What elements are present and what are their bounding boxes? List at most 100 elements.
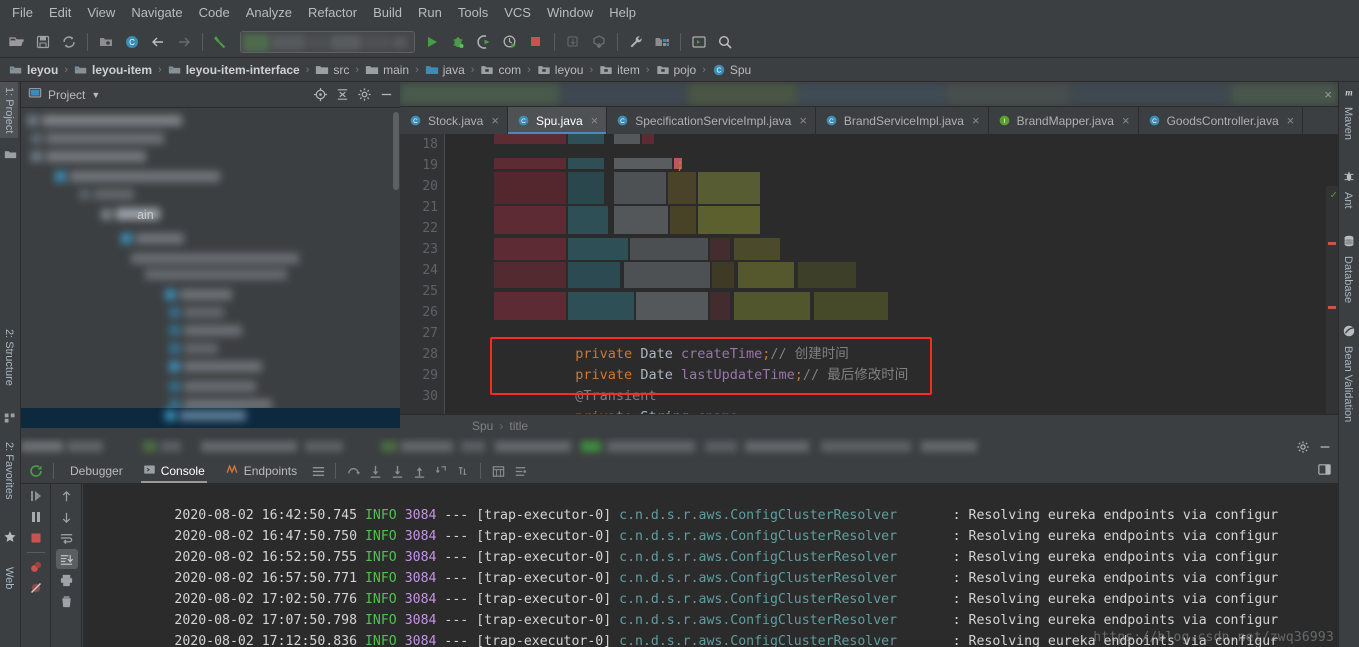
tab-goodscontroller-java[interactable]: C GoodsController.java × <box>1139 107 1304 134</box>
settings-wrench-icon[interactable] <box>624 30 648 54</box>
menu-item-navigate[interactable]: Navigate <box>123 2 190 24</box>
class-icon[interactable]: C <box>120 30 144 54</box>
breadcrumb-item-leyou-item[interactable]: leyou-item <box>71 62 155 78</box>
soft-wrap-icon[interactable] <box>56 528 78 548</box>
menu-item-analyze[interactable]: Analyze <box>238 2 300 24</box>
breadcrumb-item-pojo[interactable]: pojo <box>653 62 700 78</box>
project-tree-scrollbar[interactable] <box>393 112 399 190</box>
chevron-down-icon[interactable]: ▼ <box>91 90 100 100</box>
layout-icon[interactable] <box>307 461 329 481</box>
stop-icon[interactable] <box>524 30 548 54</box>
scroll-to-end-icon[interactable] <box>55 549 78 569</box>
settings-list-icon[interactable] <box>509 461 531 481</box>
menu-item-edit[interactable]: Edit <box>41 2 79 24</box>
menu-item-window[interactable]: Window <box>539 2 601 24</box>
sidebar-item-bean-validation[interactable]: Bean Validation <box>1339 341 1357 427</box>
step-over-icon[interactable] <box>342 461 364 481</box>
breadcrumb-item-main[interactable]: main <box>362 62 412 78</box>
breadcrumb-item-spu[interactable]: C Spu <box>709 62 754 78</box>
project-structure-icon[interactable] <box>650 30 674 54</box>
menu-item-file[interactable]: File <box>4 2 41 24</box>
profile-icon[interactable] <box>498 30 522 54</box>
menu-item-code[interactable]: Code <box>191 2 238 24</box>
tab-stock-java[interactable]: C Stock.java × <box>400 107 508 134</box>
editor-gutter[interactable]: 18 19 20 21 22 23 24 25 26 27 28 29 30 <box>400 134 445 414</box>
menu-item-help[interactable]: Help <box>601 2 644 24</box>
inspection-ok-icon[interactable]: ✓ <box>1330 188 1337 201</box>
up-arrow-icon[interactable] <box>56 486 78 506</box>
pause-program-icon[interactable] <box>25 507 47 527</box>
run-icon[interactable] <box>420 30 444 54</box>
resume-program-icon[interactable] <box>25 486 47 506</box>
print-icon[interactable] <box>56 570 78 590</box>
breadcrumb-item-item[interactable]: item <box>596 62 643 78</box>
run-configuration-selector[interactable] <box>240 30 415 53</box>
tab-brandserviceimpl-java[interactable]: C BrandServiceImpl.java × <box>816 107 989 134</box>
project-tree[interactable]: ain <box>21 108 400 437</box>
rerun-icon[interactable] <box>587 30 611 54</box>
run-coverage-icon[interactable] <box>472 30 496 54</box>
sidebar-item-ant[interactable]: Ant <box>1339 187 1357 214</box>
run-to-cursor-icon[interactable] <box>452 461 474 481</box>
tab-specificationserviceimpl-java[interactable]: C SpecificationServiceImpl.java × <box>607 107 816 134</box>
collapse-all-icon[interactable] <box>332 85 352 105</box>
mute-breakpoints-icon[interactable] <box>25 578 47 598</box>
gear-icon[interactable] <box>354 85 374 105</box>
save-all-icon[interactable] <box>31 30 55 54</box>
step-out-icon[interactable] <box>408 461 430 481</box>
hide-icon[interactable] <box>1318 440 1332 457</box>
forward-arrow-icon[interactable] <box>172 30 196 54</box>
menu-item-run[interactable]: Run <box>410 2 450 24</box>
editor-marker-bar[interactable]: ✓ <box>1326 186 1338 414</box>
menu-item-build[interactable]: Build <box>365 2 410 24</box>
close-icon[interactable]: × <box>491 114 499 127</box>
close-icon[interactable]: × <box>1324 87 1332 102</box>
force-step-into-icon[interactable] <box>386 461 408 481</box>
sidebar-item-database[interactable]: Database <box>1339 251 1357 308</box>
trash-icon[interactable] <box>56 591 78 611</box>
sync-icon[interactable] <box>57 30 81 54</box>
module-icon[interactable] <box>94 30 118 54</box>
back-arrow-icon[interactable] <box>146 30 170 54</box>
restore-layout-icon[interactable] <box>1317 462 1332 480</box>
drop-frame-icon[interactable] <box>430 461 452 481</box>
menu-item-view[interactable]: View <box>79 2 123 24</box>
scroll-from-source-icon[interactable] <box>310 85 330 105</box>
close-icon[interactable]: × <box>972 114 980 127</box>
down-arrow-icon[interactable] <box>56 507 78 527</box>
breadcrumb-item-src[interactable]: src <box>312 62 352 78</box>
update-app-icon[interactable] <box>561 30 585 54</box>
close-icon[interactable]: × <box>799 114 807 127</box>
menu-item-tools[interactable]: Tools <box>450 2 496 24</box>
breadcrumb-item-leyou-item-interface[interactable]: leyou-item-interface <box>165 62 303 78</box>
tab-brandmapper-java[interactable]: I BrandMapper.java × <box>989 107 1139 134</box>
tab-debugger[interactable]: Debugger <box>60 461 133 481</box>
view-breakpoints-icon[interactable] <box>25 557 47 577</box>
terminal-icon[interactable] <box>687 30 711 54</box>
open-folder-icon[interactable] <box>5 30 29 54</box>
status-breadcrumb-member[interactable]: title <box>509 419 528 433</box>
sidebar-item-web[interactable]: Web <box>0 562 18 594</box>
sidebar-item-favorites[interactable]: 2: Favorites <box>0 437 18 504</box>
tab-spu-java[interactable]: C Spu.java × <box>507 107 608 134</box>
rerun-green-icon[interactable] <box>25 461 47 481</box>
breadcrumb-item-leyou-pkg[interactable]: leyou <box>534 62 587 78</box>
hide-icon[interactable] <box>376 85 396 105</box>
step-into-icon[interactable] <box>364 461 386 481</box>
evaluate-expression-icon[interactable] <box>487 461 509 481</box>
search-everywhere-icon[interactable] <box>713 30 737 54</box>
tab-console[interactable]: Console <box>133 460 215 483</box>
menu-item-vcs[interactable]: VCS <box>496 2 539 24</box>
sidebar-item-structure[interactable]: 2: Structure <box>0 324 18 391</box>
sidebar-item-maven[interactable]: Maven <box>1339 102 1357 145</box>
breadcrumb-item-leyou[interactable]: leyou <box>6 62 61 78</box>
close-icon[interactable]: × <box>1122 114 1130 127</box>
close-icon[interactable]: × <box>1287 114 1295 127</box>
sidebar-item-project[interactable]: 1: Project <box>0 82 18 139</box>
debug-icon[interactable] <box>446 30 470 54</box>
breadcrumb-item-com[interactable]: com <box>477 62 524 78</box>
breadcrumb-item-java[interactable]: java <box>422 62 468 78</box>
build-hammer-icon[interactable] <box>209 30 233 54</box>
gear-icon[interactable] <box>1296 440 1310 457</box>
close-icon[interactable]: × <box>591 114 599 127</box>
